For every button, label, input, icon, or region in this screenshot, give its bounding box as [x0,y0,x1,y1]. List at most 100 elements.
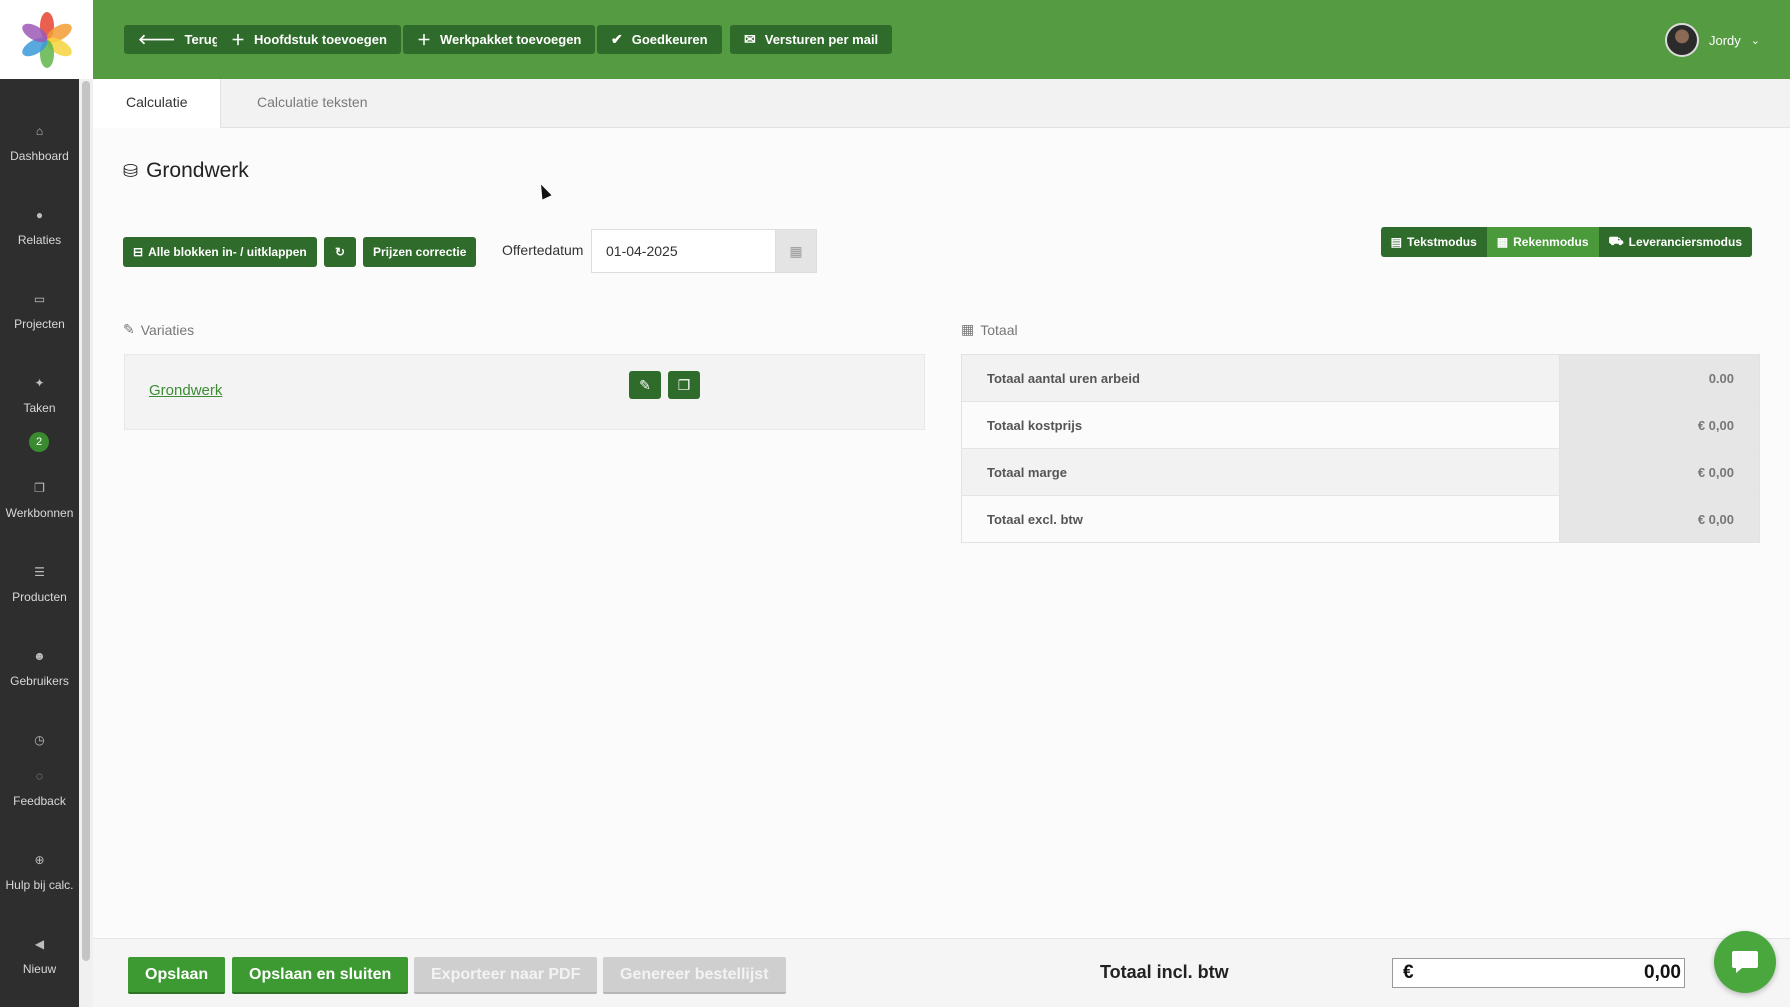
collapse-icon: ⊟ [133,245,144,259]
refresh-icon: ↻ [334,245,346,259]
currency-symbol: € [1403,962,1414,983]
sidebar-item-relaties[interactable]: ● Relaties [0,208,79,247]
check-icon: ✔ [611,31,623,47]
total-incl-vat-value: 0,00 [1644,962,1681,983]
user-icon: ● [35,208,44,222]
sidebar-item-feedback[interactable]: ◌ Feedback [0,769,79,808]
total-label: Totaal excl. btw [961,495,1560,543]
user-menu[interactable]: Jordy ⌄ [1664,23,1760,57]
offer-date-label: Offertedatum [502,242,584,258]
total-value: € 0,00 [1559,401,1760,449]
duplicate-variation-button[interactable]: ❐ [668,371,700,399]
sidebar-item-label: Hulp bij calc. [5,878,74,892]
total-label: Totaal aantal uren arbeid [961,354,1560,402]
arrow-left-icon: 🡐 [138,31,176,47]
refresh-button[interactable]: ↻ [324,237,356,267]
document-icon: ▤ [1390,235,1402,249]
order-list-button[interactable]: Genereer bestellijst [603,957,786,994]
add-workpackage-button[interactable]: ＋ Werkpakket toevoegen [403,25,596,54]
total-value: € 0,00 [1559,495,1760,543]
calendar-button[interactable]: ▦ [775,229,817,273]
add-chapter-button-label: Hoofdstuk toevoegen [254,32,387,47]
table-row: Totaal excl. btw € 0,00 [961,495,1760,543]
sidebar-item-producten[interactable]: ☰ Producten [0,565,79,604]
tab-calculatie-teksten[interactable]: Calculatie teksten [224,79,401,128]
sidebar-item-label: Taken [23,401,56,415]
app-window: 🡐 Terug ＋ Hoofdstuk toevoegen ＋ Werkpakk… [0,0,1790,1007]
users-icon: ☻ [33,649,46,663]
save-button[interactable]: Opslaan [128,957,226,994]
calc-mode-button[interactable]: ▦ Rekenmodus [1486,227,1599,257]
tasks-count-badge: 2 [29,432,49,452]
tab-bar: Calculatie Calculatie teksten [93,79,1790,129]
add-workpackage-button-label: Werkpakket toevoegen [440,32,582,47]
supplier-mode-button[interactable]: ⛟ Leveranciersmodus [1598,227,1752,257]
copy-icon: ❐ [677,376,691,393]
sidebar-item-label: Werkbonnen [5,506,74,520]
home-icon: ⌂ [35,124,44,138]
inbox-icon: ▭ [33,292,46,306]
logo[interactable] [0,0,93,79]
sidebar-item-projecten[interactable]: ▭ Projecten [0,292,79,331]
total-label: Totaal marge [961,448,1560,496]
total-label: Totaal kostprijs [961,401,1560,449]
add-chapter-button[interactable]: ＋ Hoofdstuk toevoegen [217,25,401,54]
scrollbar-thumb[interactable] [82,81,90,961]
save-close-button[interactable]: Opslaan en sluiten [232,957,409,994]
price-correction-button[interactable]: Prijzen correctie [363,237,477,267]
chat-icon [1732,951,1758,973]
sidebar: ⌂ Dashboard ● Relaties ▭ Projecten ✦ Tak… [0,79,79,1007]
sidebar-item-werkbonnen[interactable]: ❐ Werkbonnen [0,481,79,520]
copy-icon: ❐ [34,481,45,495]
supplier-mode-label: Leveranciersmodus [1628,235,1742,249]
flower-logo-icon [21,11,72,68]
tab-calculatie[interactable]: Calculatie [93,79,222,129]
page-title: ⛁ Grondwerk [123,159,249,183]
export-pdf-button[interactable]: Exporteer naar PDF [414,957,598,994]
total-value: 0.00 [1559,354,1760,402]
table-row: Totaal marge € 0,00 [961,448,1760,496]
sidebar-item-label: Projecten [14,317,65,331]
collapse-all-label: Alle blokken in- / uitklappen [148,245,307,259]
edit-variation-button[interactable]: ✎ [629,371,661,399]
total-incl-vat-field: € 0,00 [1392,958,1685,988]
comment-icon: ◌ [35,769,44,783]
table-row: Totaal kostprijs € 0,00 [961,401,1760,449]
sidebar-item-taken[interactable]: ✦ Taken [0,376,79,415]
sidebar-scrollbar[interactable] [79,79,93,1007]
mode-switch: ▤ Tekstmodus ▦ Rekenmodus ⛟ Leveranciers… [1380,227,1752,257]
plus-icon: ＋ [231,31,245,48]
footer-bar: Opslaan Opslaan en sluiten Exporteer naa… [93,938,1790,1007]
variation-card: Grondwerk ✎ ❐ [124,354,925,430]
collapse-all-button[interactable]: ⊟ Alle blokken in- / uitklappen [123,237,317,267]
main-content: ⛁ Grondwerk ⊟ Alle blokken in- / uitklap… [93,128,1790,938]
calc-mode-label: Rekenmodus [1513,235,1589,249]
pin-icon: ✦ [34,376,45,390]
approve-button[interactable]: ✔ Goedkeuren [597,25,722,54]
chat-button[interactable] [1714,931,1776,993]
calculator-icon: ▦ [961,321,975,337]
table-row: Totaal aantal uren arbeid 0.00 [961,354,1760,402]
sidebar-item-label: Relaties [17,233,62,247]
variation-link[interactable]: Grondwerk [149,382,222,399]
offer-date-input[interactable] [591,229,775,273]
text-mode-button[interactable]: ▤ Tekstmodus [1380,227,1487,257]
sidebar-item-hulp[interactable]: ⊕ Hulp bij calc. [0,853,79,892]
clock-icon[interactable]: ◷ [0,733,79,747]
text-mode-label: Tekstmodus [1407,235,1477,249]
sidebar-item-label: Producten [12,590,67,604]
pencil-icon: ✎ [639,376,651,393]
variations-section-label: ✎ Variaties [123,321,194,338]
calculator-icon: ▦ [1496,235,1509,249]
send-mail-button[interactable]: ✉ Versturen per mail [730,25,893,54]
sidebar-item-dashboard[interactable]: ⌂ Dashboard [0,124,79,163]
inbox-icon: ⛁ [123,160,139,181]
sidebar-item-nieuw[interactable]: ◀ Nieuw [0,937,79,976]
plus-icon: ＋ [417,31,431,48]
sidebar-item-gebruikers[interactable]: ☻ Gebruikers [0,649,79,688]
total-incl-vat-label: Totaal incl. btw [1100,962,1229,982]
avatar [1664,23,1699,57]
edit-icon: ✎ [123,321,135,337]
page-title-text: Grondwerk [146,159,249,182]
totals-table: Totaal aantal uren arbeid 0.00 Totaal ko… [961,354,1760,543]
